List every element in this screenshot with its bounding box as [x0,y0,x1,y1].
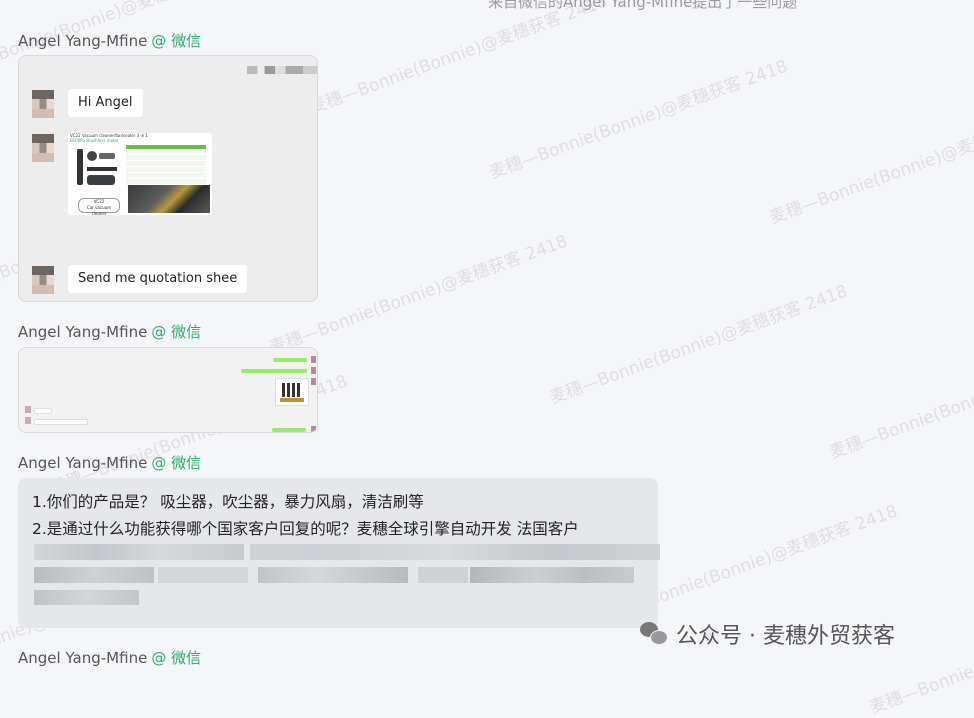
text-message-card[interactable]: 1.你们的产品是？ 吸尘器，吹尘器，暴力风扇，清洁刷等 2.是通过什么功能获得哪… [18,478,660,628]
sender-name: Angel Yang-Mfine [18,454,148,472]
white-bubble [34,419,88,425]
wechat-icon [640,622,668,646]
message-line: 2.是通过什么功能获得哪个国家客户回复的呢？麦穗全球引擎自动开发 法国客户 [32,520,579,538]
truncated-header-text: 来自微信的Angel Yang-Mfine提出了一些问题 [488,0,798,11]
sender-app-label: @ 微信 [151,32,202,50]
product-caption: VC22 Car vacuum cleaner [78,198,120,216]
watermark: 麦穗—Bonnie(Bonnie)@麦穗获客 2418 [766,101,974,229]
vacuum-graphic [71,145,121,193]
product-image[interactable]: VC22 Vacuum cleaner/fan/sealer 3 in 1 60… [68,133,212,216]
message-sender: Angel Yang-Mfine @ 微信 [18,30,201,51]
watermark: 麦穗—Bonnie(Bonnie)@麦穗获客 2418 [306,0,611,119]
green-bubble [272,428,306,432]
watermark: 麦穗—Bonnie(Bonnie)@麦穗获客 2418 [826,336,974,464]
message-sender: Angel Yang-Mfine @ 微信 [18,452,201,473]
avatar [25,406,31,413]
avatar [32,266,54,294]
avatar [32,134,54,162]
spec-table [126,145,206,187]
chat-screenshot-card[interactable]: Hi Angel VC22 Vacuum cleaner/fan/sealer … [18,55,318,302]
watermark: 麦穗—Bonnie(Bonnie)@麦穗获客 2418 [546,281,851,409]
message-sender: Angel Yang-Mfine @ 微信 [18,321,201,342]
brand-name: 公众号 · 麦穗外贸获客 [676,624,895,649]
avatar [25,417,31,424]
message-bubble: Send me quotation shee [68,265,248,293]
message-sender: Angel Yang-Mfine @ 微信 [18,647,201,668]
sender-app-label: @ 微信 [151,454,202,472]
message-bubble: Hi Angel [68,89,143,117]
message-line: 1.你们的产品是？ 吸尘器，吹尘器，暴力风扇，清洁刷等 [32,493,424,511]
avatar [32,90,54,118]
sender-app-label: @ 微信 [151,323,202,341]
chat-thumbnail-card[interactable] [18,347,318,433]
white-bubble [34,408,52,414]
brand-footer: 公众号 · 麦穗外贸获客 [640,618,895,650]
green-bubble [241,369,307,373]
avatar [311,367,316,374]
watermark: 麦穗—Bonnie(Bonnie)@麦穗获客 2418 [486,56,791,184]
product-thumbnail [275,378,309,406]
sender-name: Angel Yang-Mfine [18,323,148,341]
sender-name: Angel Yang-Mfine [18,649,148,667]
avatar [311,378,316,385]
sender-app-label: @ 微信 [151,649,202,667]
green-bubble [273,358,307,362]
avatar [311,356,316,363]
avatar [311,426,316,432]
sender-name: Angel Yang-Mfine [18,32,148,50]
watermark: 麦穗—Bonnie(Bonnie)@麦穗获客 2418 [866,591,974,718]
car-photo [128,185,210,213]
product-image-subtitle: 6000Pa Brushless motor [70,138,119,143]
blurred-timestamp [247,66,317,74]
